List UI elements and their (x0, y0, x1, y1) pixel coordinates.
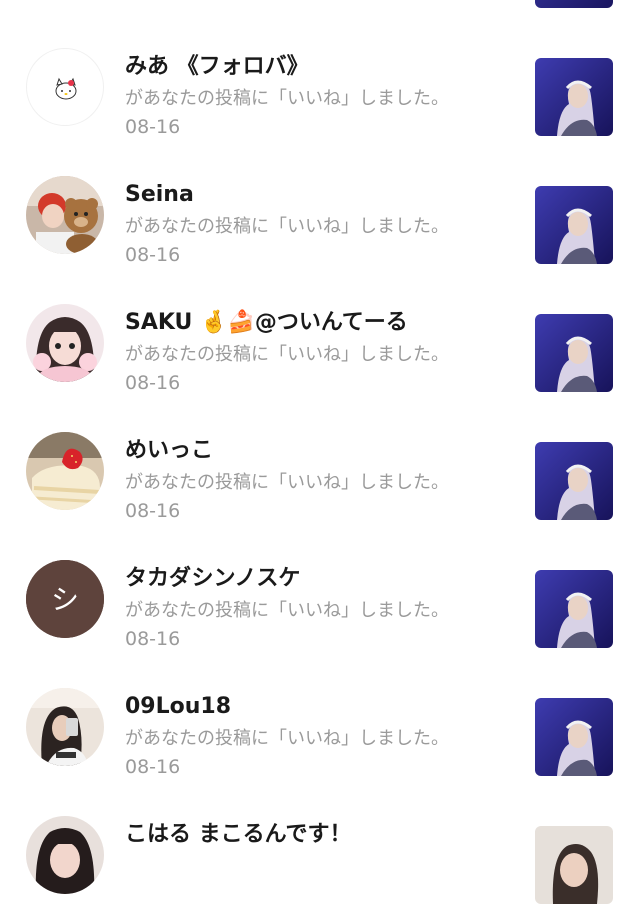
post-thumbnail[interactable] (535, 698, 613, 776)
performer-photo-icon (535, 58, 613, 136)
list-item[interactable]: SAKU 🤞🍰@ついんてーる があなたの投稿に「いいね」しました。 08-16 (0, 256, 640, 394)
person-with-teddy-bear-icon (26, 176, 104, 254)
user-name[interactable]: 09Lou18 (125, 692, 515, 722)
avatar[interactable] (26, 816, 104, 894)
avatar[interactable] (26, 48, 104, 126)
notification-list: 08-16 (0, 0, 640, 904)
avatar[interactable] (26, 304, 104, 382)
hello-kitty-icon (55, 77, 77, 100)
post-thumbnail[interactable] (535, 826, 613, 904)
user-name[interactable]: Seina (125, 180, 515, 210)
post-thumbnail[interactable] (535, 442, 613, 520)
user-name[interactable]: SAKU 🤞🍰@ついんてーる (125, 308, 515, 338)
initial-avatar-icon: シ (26, 560, 104, 638)
notification-message: があなたの投稿に「いいね」しました。 (125, 472, 449, 493)
notification-message: があなたの投稿に「いいね」しました。 (125, 88, 449, 109)
user-name[interactable]: こはる まこるんです！ (125, 820, 515, 850)
list-item[interactable]: 09Lou18 があなたの投稿に「いいね」しました。 08-16 (0, 640, 640, 778)
user-name[interactable]: タカダシンノスケ (125, 564, 515, 594)
post-thumbnail[interactable] (535, 314, 613, 392)
notification-message: があなたの投稿に「いいね」しました。 (125, 216, 449, 237)
girl-photo-icon (26, 816, 104, 894)
girl-photo-icon (26, 304, 104, 382)
selfie-photo-icon (26, 688, 104, 766)
list-item[interactable]: こはる まこるんです！ (0, 768, 640, 904)
avatar-initial: シ (51, 583, 79, 616)
avatar[interactable]: シ (26, 560, 104, 638)
strawberry-cake-icon (26, 432, 104, 510)
performer-photo-icon (535, 570, 613, 648)
performer-photo-icon (535, 698, 613, 776)
post-thumbnail[interactable] (535, 570, 613, 648)
notification-message: があなたの投稿に「いいね」しました。 (125, 728, 449, 749)
list-item[interactable]: みあ 《フォロバ》 があなたの投稿に「いいね」しました。 08-16 (0, 0, 640, 138)
notification-message: があなたの投稿に「いいね」しました。 (125, 600, 449, 621)
notification-text: みあ 《フォロバ》 があなたの投稿に「いいね」しました。 08-16 (125, 52, 515, 140)
list-item[interactable]: Seina があなたの投稿に「いいね」しました。 08-16 (0, 128, 640, 266)
notification-text: 09Lou18 があなたの投稿に「いいね」しました。 08-16 (125, 692, 515, 780)
performer-photo-icon (535, 442, 613, 520)
performer-photo-icon (535, 314, 613, 392)
notification-text: Seina があなたの投稿に「いいね」しました。 08-16 (125, 180, 515, 268)
notification-text: SAKU 🤞🍰@ついんてーる があなたの投稿に「いいね」しました。 08-16 (125, 308, 515, 396)
list-item[interactable]: シ タカダシンノスケ があなたの投稿に「いいね」しました。 08-16 (0, 512, 640, 650)
avatar[interactable] (26, 688, 104, 766)
avatar[interactable] (26, 176, 104, 254)
list-item[interactable]: めいっこ があなたの投稿に「いいね」しました。 08-16 (0, 384, 640, 522)
person-photo-icon (535, 826, 613, 904)
notification-text: こはる まこるんです！ (125, 820, 515, 854)
notification-text: タカダシンノスケ があなたの投稿に「いいね」しました。 08-16 (125, 564, 515, 652)
avatar[interactable] (26, 432, 104, 510)
notification-text: めいっこ があなたの投稿に「いいね」しました。 08-16 (125, 436, 515, 524)
user-name[interactable]: みあ 《フォロバ》 (125, 52, 515, 82)
post-thumbnail[interactable] (535, 186, 613, 264)
user-name[interactable]: めいっこ (125, 436, 515, 466)
post-thumbnail[interactable] (535, 58, 613, 136)
performer-photo-icon (535, 186, 613, 264)
notification-message: があなたの投稿に「いいね」しました。 (125, 344, 449, 365)
